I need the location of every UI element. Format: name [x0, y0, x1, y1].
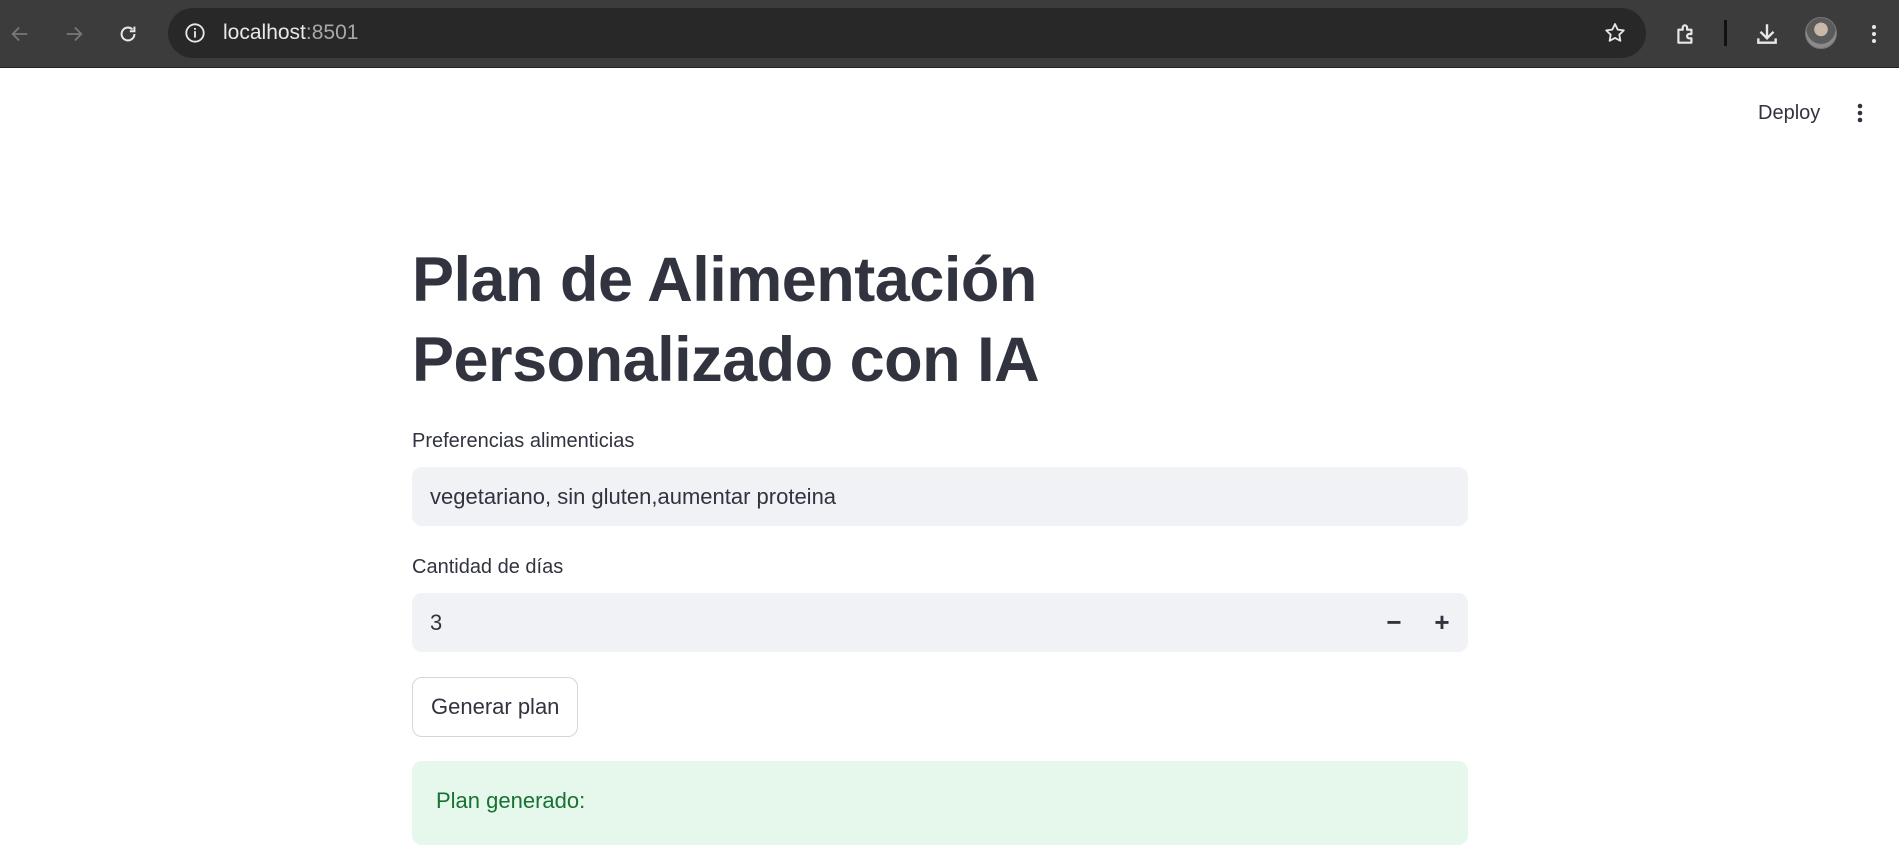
- deploy-button[interactable]: Deploy: [1742, 96, 1836, 130]
- days-number-field: − +: [412, 593, 1468, 652]
- days-label: Cantidad de días: [412, 556, 564, 578]
- decrement-button[interactable]: −: [1370, 593, 1418, 652]
- url-port: :8501: [305, 21, 359, 44]
- days-input[interactable]: [412, 593, 1372, 652]
- reload-icon[interactable]: [112, 18, 144, 50]
- extensions-icon[interactable]: [1670, 18, 1702, 50]
- toolbar-divider: [1724, 20, 1727, 46]
- preferences-input[interactable]: [412, 467, 1468, 526]
- address-bar[interactable]: localhost:8501: [168, 8, 1646, 58]
- url-host: localhost: [223, 21, 306, 44]
- preferences-label: Preferencias alimenticias: [412, 430, 635, 452]
- back-icon[interactable]: [4, 18, 36, 50]
- generate-plan-button[interactable]: Generar plan: [412, 677, 579, 737]
- url-text[interactable]: localhost:8501: [223, 21, 358, 45]
- success-message: Plan generado:: [436, 788, 586, 813]
- main-content: Plan de Alimentación Personalizado con I…: [412, 240, 1468, 400]
- success-alert: Plan generado:: [412, 761, 1468, 845]
- page-title: Plan de Alimentación Personalizado con I…: [412, 245, 1040, 395]
- bookmark-star-icon[interactable]: [1602, 20, 1628, 46]
- download-icon[interactable]: [1751, 18, 1783, 50]
- profile-avatar[interactable]: [1805, 17, 1837, 49]
- forward-icon[interactable]: [58, 18, 90, 50]
- site-info-icon[interactable]: [182, 20, 208, 46]
- vertical-dots-icon[interactable]: [1846, 98, 1874, 128]
- browser-toolbar: localhost:8501: [0, 0, 1899, 68]
- increment-button[interactable]: +: [1418, 593, 1466, 652]
- browser-menu-icon[interactable]: [1858, 18, 1890, 50]
